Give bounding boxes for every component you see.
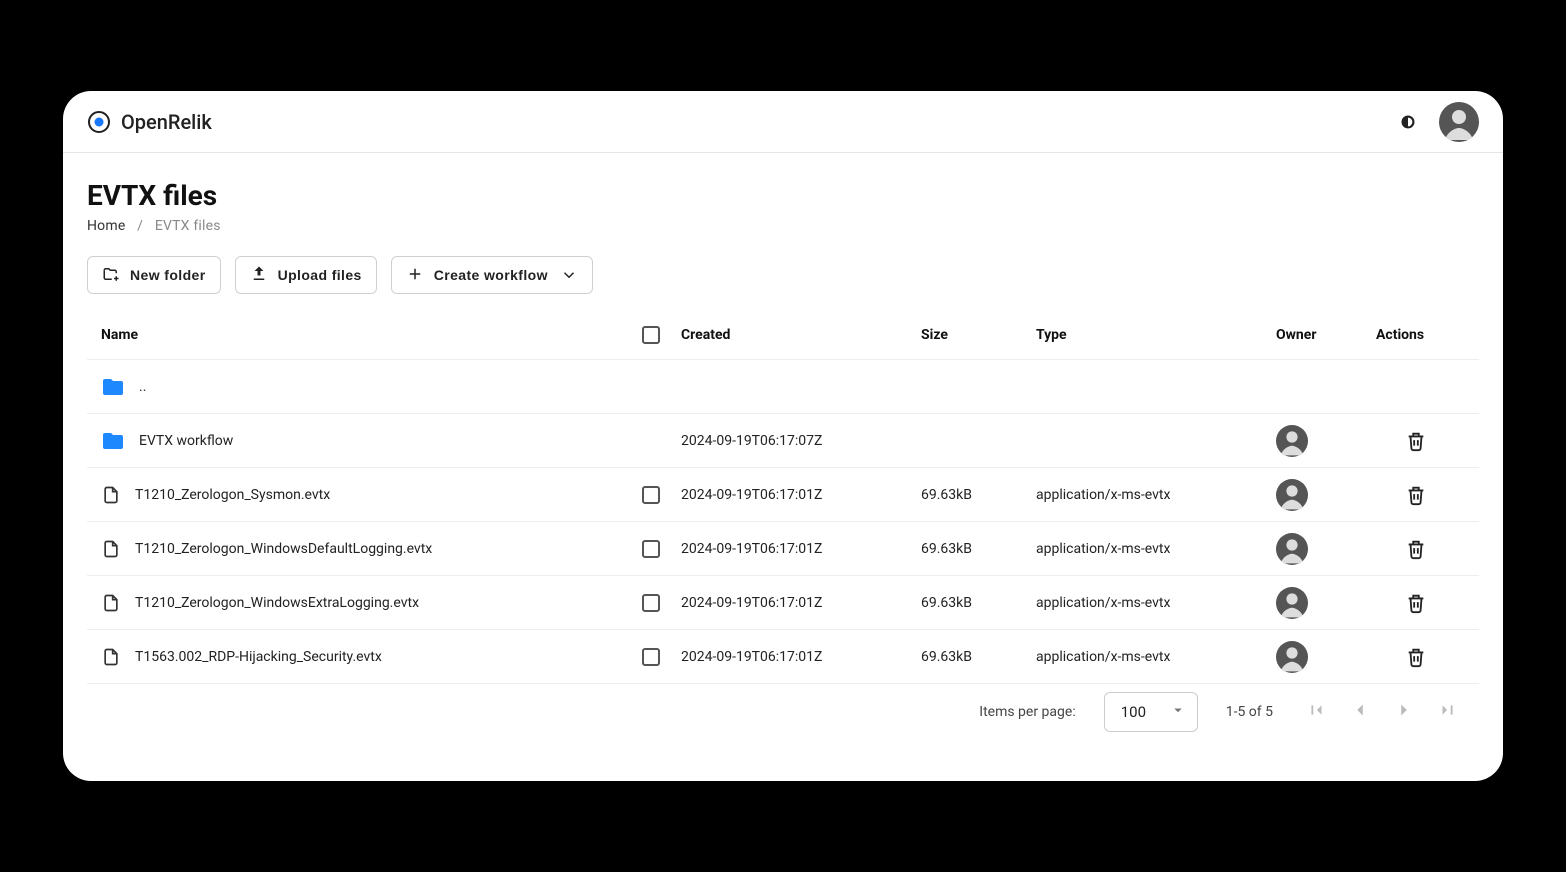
delete-button[interactable] xyxy=(1405,646,1427,668)
delete-button[interactable] xyxy=(1405,430,1427,452)
checkbox-icon xyxy=(642,648,660,666)
parent-folder-row[interactable]: .. xyxy=(87,360,1479,414)
new-folder-label: New folder xyxy=(130,267,206,283)
row-size: 69.63kB xyxy=(921,541,1036,557)
row-type: application/x-ms-evtx xyxy=(1036,649,1276,665)
breadcrumb-separator: / xyxy=(137,218,143,234)
pagination-range: 1-5 of 5 xyxy=(1226,704,1273,720)
new-folder-button[interactable]: New folder xyxy=(87,256,221,294)
parent-folder-label: .. xyxy=(139,379,146,395)
items-per-page-value: 100 xyxy=(1121,703,1146,721)
delete-button[interactable] xyxy=(1405,484,1427,506)
upload-icon xyxy=(250,265,268,286)
row-name: T1210_Zerologon_WindowsExtraLogging.evtx xyxy=(135,595,419,611)
owner-avatar[interactable] xyxy=(1276,641,1308,673)
last-page-icon[interactable] xyxy=(1437,699,1459,725)
row-type: application/x-ms-evtx xyxy=(1036,487,1276,503)
header-select-all[interactable] xyxy=(621,326,681,344)
page-title: EVTX files xyxy=(87,179,1479,212)
row-name: T1563.002_RDP-Hijacking_Security.evtx xyxy=(135,649,382,665)
row-created: 2024-09-19T06:17:01Z xyxy=(681,595,921,611)
create-workflow-button[interactable]: Create workflow xyxy=(391,256,593,294)
top-bar: OpenRelik xyxy=(63,91,1503,153)
new-folder-icon xyxy=(102,265,120,286)
upload-files-button[interactable]: Upload files xyxy=(235,256,377,294)
row-size: 69.63kB xyxy=(921,487,1036,503)
table-row[interactable]: T1210_Zerologon_WindowsDefaultLogging.ev… xyxy=(87,522,1479,576)
table-row[interactable]: T1563.002_RDP-Hijacking_Security.evtx 202… xyxy=(87,630,1479,684)
delete-button[interactable] xyxy=(1405,538,1427,560)
breadcrumb-current: EVTX files xyxy=(155,218,221,234)
items-per-page-label: Items per page: xyxy=(979,704,1075,720)
owner-avatar[interactable] xyxy=(1276,479,1308,511)
chevron-down-icon xyxy=(1169,701,1187,723)
next-page-icon[interactable] xyxy=(1393,699,1415,725)
header-name[interactable]: Name xyxy=(101,327,621,343)
row-created: 2024-09-19T06:17:01Z xyxy=(681,649,921,665)
row-size: 69.63kB xyxy=(921,649,1036,665)
file-icon xyxy=(101,593,121,613)
create-workflow-label: Create workflow xyxy=(434,267,548,283)
table-row[interactable]: EVTX workflow 2024-09-19T06:17:07Z xyxy=(87,414,1479,468)
table-header: Name Created Size Type Owner Actions xyxy=(87,310,1479,360)
brand-logo-icon xyxy=(87,110,111,134)
checkbox-icon xyxy=(642,486,660,504)
row-size: 69.63kB xyxy=(921,595,1036,611)
brand-name: OpenRelik xyxy=(121,110,212,134)
app-window: OpenRelik EVTX files Home / EVTX files N… xyxy=(63,91,1503,781)
folder-icon xyxy=(101,375,125,399)
brand[interactable]: OpenRelik xyxy=(87,110,212,134)
table-row[interactable]: T1210_Zerologon_Sysmon.evtx 2024-09-19T06… xyxy=(87,468,1479,522)
row-name: T1210_Zerologon_Sysmon.evtx xyxy=(135,487,330,503)
folder-icon xyxy=(101,429,125,453)
upload-files-label: Upload files xyxy=(278,267,362,283)
chevron-down-icon xyxy=(560,266,578,284)
breadcrumb: Home / EVTX files xyxy=(87,218,1479,234)
theme-toggle-icon[interactable] xyxy=(1395,109,1421,135)
table-row[interactable]: T1210_Zerologon_WindowsExtraLogging.evtx… xyxy=(87,576,1479,630)
pagination: Items per page: 100 1-5 of 5 xyxy=(87,684,1479,740)
row-checkbox[interactable] xyxy=(621,594,681,612)
header-owner[interactable]: Owner xyxy=(1276,327,1376,343)
row-checkbox[interactable] xyxy=(621,540,681,558)
plus-icon xyxy=(406,265,424,286)
items-per-page-select[interactable]: 100 xyxy=(1104,692,1198,732)
toolbar: New folder Upload files Create workflow xyxy=(87,256,1479,294)
header-type[interactable]: Type xyxy=(1036,327,1276,343)
row-checkbox[interactable] xyxy=(621,486,681,504)
prev-page-icon[interactable] xyxy=(1349,699,1371,725)
row-created: 2024-09-19T06:17:01Z xyxy=(681,541,921,557)
checkbox-icon xyxy=(642,540,660,558)
header-created[interactable]: Created xyxy=(681,327,921,343)
row-type: application/x-ms-evtx xyxy=(1036,595,1276,611)
checkbox-icon xyxy=(642,594,660,612)
row-created: 2024-09-19T06:17:01Z xyxy=(681,487,921,503)
file-icon xyxy=(101,647,121,667)
file-table: Name Created Size Type Owner Actions .. … xyxy=(87,310,1479,684)
row-name: T1210_Zerologon_WindowsDefaultLogging.ev… xyxy=(135,541,432,557)
topbar-actions xyxy=(1395,102,1479,142)
file-icon xyxy=(101,485,121,505)
first-page-icon[interactable] xyxy=(1305,699,1327,725)
row-type: application/x-ms-evtx xyxy=(1036,541,1276,557)
user-avatar[interactable] xyxy=(1439,102,1479,142)
row-checkbox[interactable] xyxy=(621,648,681,666)
row-created: 2024-09-19T06:17:07Z xyxy=(681,433,921,449)
owner-avatar[interactable] xyxy=(1276,587,1308,619)
header-size[interactable]: Size xyxy=(921,327,1036,343)
owner-avatar[interactable] xyxy=(1276,425,1308,457)
breadcrumb-home[interactable]: Home xyxy=(87,218,125,234)
checkbox-icon xyxy=(642,326,660,344)
header-actions: Actions xyxy=(1376,327,1456,343)
row-name: EVTX workflow xyxy=(139,433,233,449)
owner-avatar[interactable] xyxy=(1276,533,1308,565)
delete-button[interactable] xyxy=(1405,592,1427,614)
file-icon xyxy=(101,539,121,559)
